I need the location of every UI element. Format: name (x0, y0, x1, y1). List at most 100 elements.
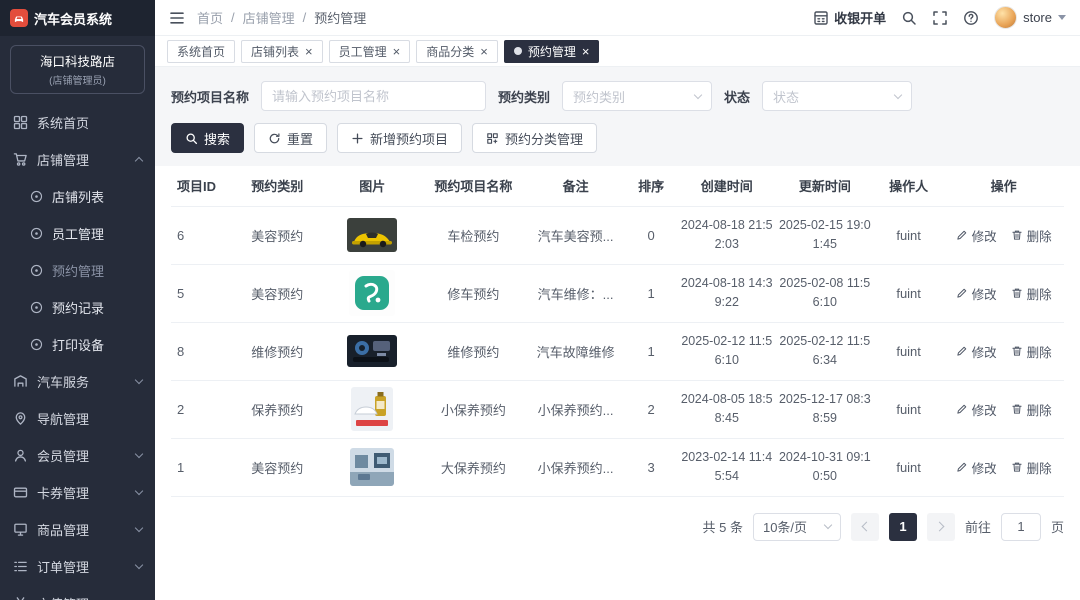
sidebar-item-label: 商品管理 (37, 523, 90, 538)
cell-actions: 修改 删除 (943, 322, 1064, 381)
circle-dot-icon (30, 190, 43, 203)
next-page-button[interactable] (926, 512, 955, 541)
user-name: store (1023, 10, 1052, 25)
close-icon[interactable]: × (480, 45, 488, 58)
current-page-button[interactable]: 1 (888, 512, 917, 541)
tab-staff[interactable]: 员工管理 × (328, 39, 411, 63)
close-icon[interactable]: × (582, 45, 590, 58)
tab-goods-category[interactable]: 商品分类 × (416, 39, 498, 63)
breadcrumb-home[interactable]: 首页 (197, 8, 223, 27)
sidebar-item-member[interactable]: 会员管理 (0, 437, 155, 474)
item-thumbnail[interactable] (347, 218, 398, 252)
total-count: 共 5 条 (702, 520, 743, 535)
sidebar-item-label: 会员管理 (37, 449, 90, 464)
tab-label: 系统首页 (177, 44, 226, 59)
delete-link[interactable]: 删除 (1011, 458, 1052, 477)
cell-created: 2023-02-14 11:45:54 (677, 438, 776, 497)
pencil-icon (956, 346, 966, 356)
shop-icon (13, 153, 27, 166)
tab-shop-list[interactable]: 店铺列表 × (241, 39, 323, 63)
cell-remark: 汽车美容预... (526, 206, 625, 265)
breadcrumb-shop[interactable]: 店铺管理 (243, 8, 295, 27)
menu-toggle-icon[interactable] (169, 10, 185, 26)
page-size-select[interactable]: 10条/页 (752, 512, 841, 541)
item-thumbnail[interactable] (350, 448, 395, 486)
chevron-up-icon (134, 156, 144, 166)
col-name: 预约项目名称 (434, 179, 513, 195)
cell-remark: 汽车故障维修 (526, 322, 625, 381)
cell-updated: 2025-02-08 11:56:10 (775, 264, 874, 323)
sidebar-item-printer[interactable]: 打印设备 (0, 326, 155, 363)
close-icon[interactable]: × (393, 45, 401, 58)
manage-categories-button[interactable]: 预约分类管理 (472, 123, 598, 153)
item-thumbnail[interactable] (347, 335, 398, 367)
cell-id: 6 (171, 206, 231, 265)
sidebar-item-car-service[interactable]: 汽车服务 (0, 363, 155, 400)
edit-link[interactable]: 修改 (956, 342, 997, 361)
item-thumbnail[interactable] (351, 387, 394, 431)
sidebar-item-shop[interactable]: 店铺管理 (0, 141, 155, 178)
cashier-icon (814, 10, 828, 25)
trash-icon (1012, 462, 1022, 472)
col-created: 创建时间 (700, 179, 753, 195)
close-icon[interactable]: × (305, 45, 313, 58)
sidebar-item-goods[interactable]: 商品管理 (0, 511, 155, 548)
tab-system-home[interactable]: 系统首页 (167, 39, 236, 63)
sidebar-item-home[interactable]: 系统首页 (0, 104, 155, 141)
pencil-icon (956, 462, 966, 472)
search-icon[interactable] (901, 10, 917, 26)
trash-icon (1012, 346, 1022, 356)
topbar-actions: 收银开单 store (813, 6, 1066, 29)
sidebar-item-shop-list[interactable]: 店铺列表 (0, 178, 155, 215)
cell-created: 2024-08-18 21:52:03 (677, 206, 776, 265)
add-booking-button[interactable]: 新增预约项目 (337, 123, 463, 153)
sidebar-item-booking-record[interactable]: 预约记录 (0, 289, 155, 326)
cell-category: 保养预约 (230, 380, 325, 439)
tab-booking-active[interactable]: 预约管理 × (503, 39, 600, 63)
sidebar-item-recharge[interactable]: 充值管理 (0, 585, 155, 600)
item-thumbnail[interactable] (349, 270, 396, 316)
car-logo-icon (10, 9, 28, 27)
category-select[interactable]: 预约类别 (562, 81, 713, 111)
cell-actions: 修改 删除 (943, 380, 1064, 439)
search-icon (186, 132, 198, 144)
sidebar-item-navigation[interactable]: 导航管理 (0, 400, 155, 437)
avatar (994, 6, 1018, 29)
chevron-left-icon (861, 521, 872, 532)
fullscreen-icon[interactable] (932, 10, 948, 26)
sidebar-item-staff[interactable]: 员工管理 (0, 215, 155, 252)
filter-panel: 预约项目名称 预约类别 预约类别 状态 状态 搜索 (155, 67, 1080, 166)
chevron-down-icon (134, 523, 144, 533)
cashier-button[interactable]: 收银开单 (813, 8, 886, 27)
help-icon[interactable] (963, 10, 979, 26)
navigation-icon (15, 412, 26, 425)
sidebar-item-booking[interactable]: 预约管理 (0, 252, 155, 289)
sidebar-item-label: 订单管理 (37, 560, 90, 575)
edit-link[interactable]: 修改 (956, 284, 997, 303)
sidebar-item-label: 预约记录 (52, 301, 105, 316)
status-select[interactable]: 状态 (762, 81, 913, 111)
user-menu[interactable]: store (994, 6, 1066, 29)
edit-link[interactable]: 修改 (956, 400, 997, 419)
col-remark: 备注 (562, 179, 589, 195)
cell-updated: 2024-10-31 09:10:50 (775, 438, 874, 497)
delete-link[interactable]: 删除 (1011, 284, 1052, 303)
goto-page-input[interactable] (1000, 512, 1041, 541)
booking-name-input[interactable] (261, 81, 487, 111)
cell-remark: 汽车维修：... (526, 264, 625, 323)
cell-sort: 0 (624, 206, 678, 265)
delete-link[interactable]: 删除 (1011, 400, 1052, 419)
prev-page-button[interactable] (850, 512, 879, 541)
cell-id: 5 (171, 264, 231, 323)
reset-button[interactable]: 重置 (254, 123, 328, 153)
edit-link[interactable]: 修改 (956, 226, 997, 245)
search-button[interactable]: 搜索 (171, 123, 245, 153)
cell-remark: 小保养预约... (526, 380, 625, 439)
sidebar-item-order[interactable]: 订单管理 (0, 548, 155, 585)
sidebar-menu: 系统首页 店铺管理 店铺列表 员工管理 预约管理 预约记录 打印设备 汽车服务 … (0, 100, 155, 600)
sidebar-item-coupon[interactable]: 卡券管理 (0, 474, 155, 511)
delete-link[interactable]: 删除 (1011, 226, 1052, 245)
edit-link[interactable]: 修改 (956, 458, 997, 477)
goods-icon (14, 523, 27, 536)
delete-link[interactable]: 删除 (1011, 342, 1052, 361)
